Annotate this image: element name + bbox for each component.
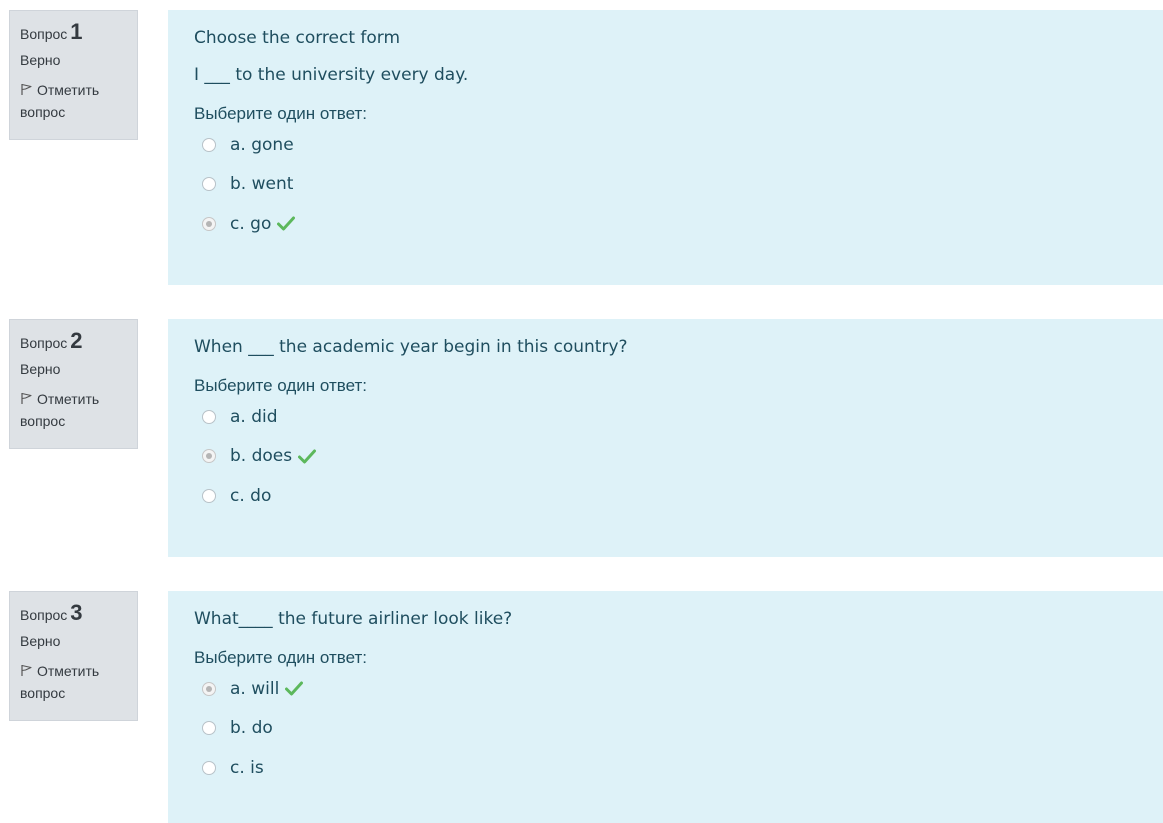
flag-question-link[interactable]: Отметить вопрос — [20, 660, 127, 704]
answer-list: a. will b. do c. is — [194, 669, 1137, 788]
question-content: Choose the correct form I ___ to the uni… — [168, 10, 1163, 285]
answer-radio-selected[interactable] — [202, 681, 216, 696]
answer-label: c. do — [230, 485, 272, 506]
answer-label: a. will — [230, 678, 280, 699]
question-text-line: I ___ to the university every day. — [194, 65, 469, 85]
question-number: 2 — [70, 328, 83, 353]
answer-radio[interactable] — [202, 137, 216, 152]
question-state: Верно — [20, 52, 61, 68]
question-info: Вопрос 1 Верно Отметить вопрос — [9, 10, 138, 140]
answer-option[interactable]: a. will — [194, 669, 1137, 709]
answer-label: a. gone — [230, 134, 294, 155]
question-info: Вопрос 2 Верно Отметить вопрос — [9, 319, 138, 449]
question-state: Верно — [20, 361, 61, 377]
flag-icon — [21, 83, 32, 95]
question-info: Вопрос 3 Верно Отметить вопрос — [9, 591, 138, 721]
answer-option[interactable]: a. gone — [194, 125, 1137, 165]
answer-label: b. do — [230, 718, 273, 739]
answer-label: c. is — [230, 757, 264, 778]
flag-question-link[interactable]: Отметить вопрос — [20, 388, 127, 432]
answer-radio[interactable] — [202, 409, 216, 424]
question-text: Choose the correct form I ___ to the uni… — [194, 24, 1137, 89]
answer-label: b. does — [230, 446, 293, 467]
answer-prompt: Выберите один ответ: — [194, 376, 367, 395]
answer-radio[interactable] — [202, 488, 216, 503]
question-state: Верно — [20, 633, 61, 649]
answer-option[interactable]: b. does — [194, 437, 1137, 477]
answer-option[interactable]: b. went — [194, 165, 1137, 205]
answer-label: a. did — [230, 406, 278, 427]
answer-radio[interactable] — [202, 177, 216, 192]
question-text-line: Choose the correct form — [194, 28, 401, 48]
flag-icon — [21, 392, 32, 404]
flag-question-link[interactable]: Отметить вопрос — [20, 79, 127, 123]
flag-icon — [21, 664, 32, 676]
answer-label: b. went — [230, 174, 294, 195]
answer-prompt: Выберите один ответ: — [194, 648, 367, 667]
answer-option[interactable]: c. is — [194, 748, 1137, 788]
question-label: Вопрос — [20, 607, 68, 623]
question-text-line: When ___ the academic year begin in this… — [194, 337, 628, 357]
answer-prompt: Выберите один ответ: — [194, 104, 367, 123]
answer-option[interactable]: c. do — [194, 476, 1137, 516]
question-text: What____ the future airliner look like? — [194, 605, 1137, 633]
question-number: 3 — [70, 600, 83, 625]
question-content: When ___ the academic year begin in this… — [168, 319, 1163, 557]
question-number: 1 — [70, 19, 83, 44]
question-label: Вопрос — [20, 26, 68, 42]
question-content: What____ the future airliner look like? … — [168, 591, 1163, 823]
answer-list: a. gone b. went c. go — [194, 125, 1137, 244]
answer-label: c. go — [230, 213, 272, 234]
answer-radio-selected[interactable] — [202, 449, 216, 464]
answer-radio[interactable] — [202, 760, 216, 775]
question-text-line: What____ the future airliner look like? — [194, 609, 513, 629]
answer-option[interactable]: b. do — [194, 709, 1137, 749]
check-icon — [277, 216, 296, 231]
answer-radio[interactable] — [202, 721, 216, 736]
check-icon — [285, 681, 304, 696]
answer-option[interactable]: c. go — [194, 204, 1137, 244]
answer-list: a. did b. does c. do — [194, 397, 1137, 516]
answer-radio-selected[interactable] — [202, 216, 216, 231]
question-text: When ___ the academic year begin in this… — [194, 333, 1137, 361]
answer-option[interactable]: a. did — [194, 397, 1137, 437]
check-icon — [298, 449, 317, 464]
question-label: Вопрос — [20, 335, 68, 351]
